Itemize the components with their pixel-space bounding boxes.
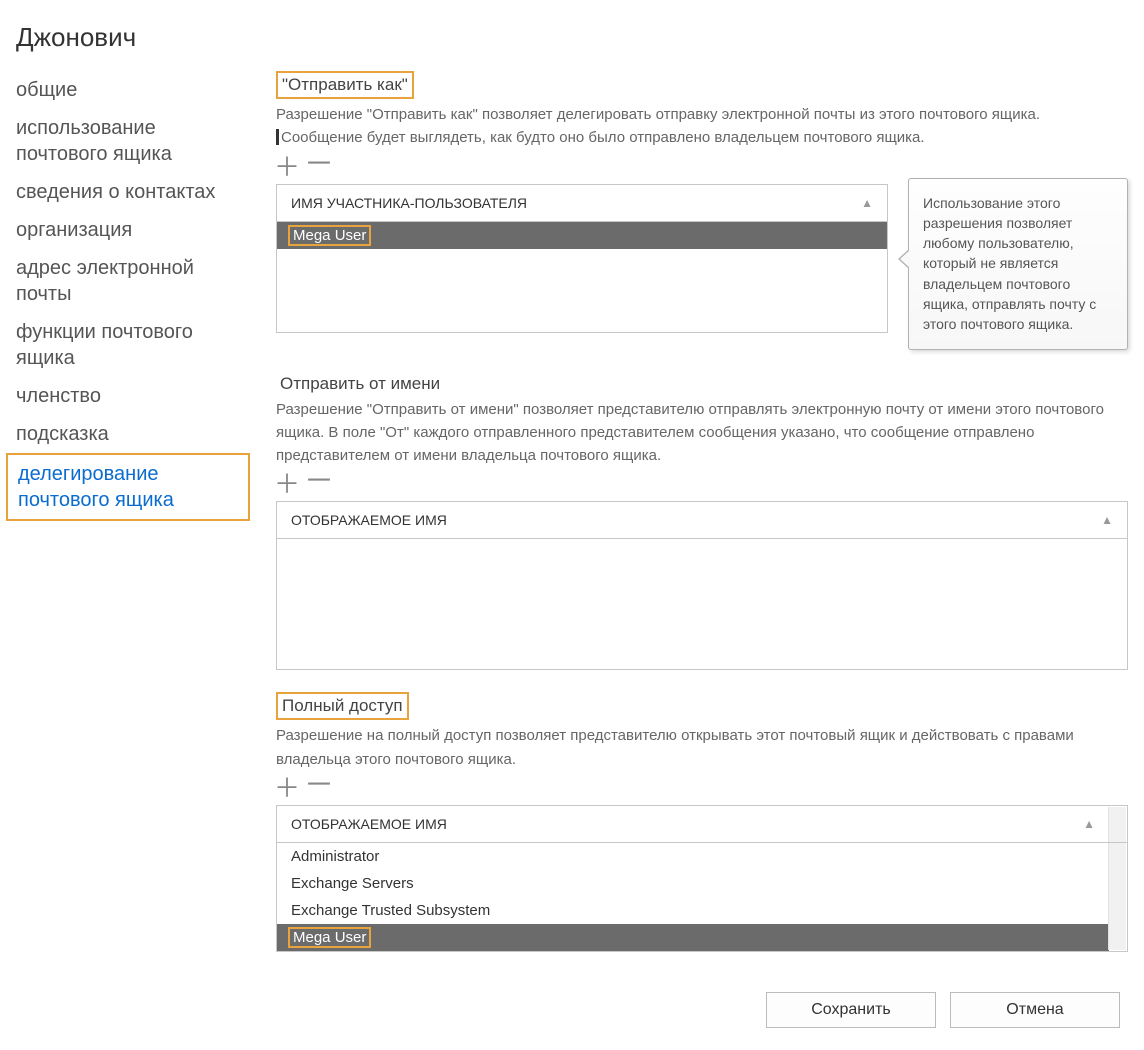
send-as-listbox: ИМЯ УЧАСТНИКА-ПОЛЬЗОВАТЕЛЯ ▲ Mega User: [276, 184, 888, 333]
full-access-title: Полный доступ: [276, 692, 409, 720]
list-item-label: Mega User: [288, 225, 371, 246]
list-item[interactable]: Administrator: [277, 843, 1109, 870]
sidebar-item-email-address[interactable]: адрес электронной почты: [16, 249, 246, 313]
send-as-toolbar: ＋ －: [276, 156, 1128, 178]
remove-icon[interactable]: －: [308, 154, 330, 176]
section-full-access: Полный доступ Разрешение на полный досту…: [276, 692, 1128, 952]
column-header-label: ОТОБРАЖАЕМОЕ ИМЯ: [291, 512, 447, 528]
send-as-desc-line2: Сообщение будет выглядеть, как будто оно…: [281, 129, 925, 146]
send-as-tooltip: Использование этого разрешения позволяет…: [908, 178, 1128, 350]
send-as-title: "Отправить как": [276, 71, 414, 99]
list-item[interactable]: Exchange Servers: [277, 870, 1109, 897]
column-header-label: ИМЯ УЧАСТНИКА-ПОЛЬЗОВАТЕЛЯ: [291, 195, 527, 211]
full-access-toolbar: ＋ －: [276, 777, 1128, 799]
full-access-column-header[interactable]: ОТОБРАЖАЕМОЕ ИМЯ ▲: [277, 806, 1127, 843]
sidebar-item-general[interactable]: общие: [16, 71, 246, 109]
sidebar-item-member-of[interactable]: членство: [16, 377, 246, 415]
add-icon[interactable]: ＋: [276, 777, 298, 799]
remove-icon[interactable]: －: [308, 775, 330, 797]
sidebar-item-contact-info[interactable]: сведения о контактах: [16, 173, 246, 211]
full-access-description: Разрешение на полный доступ позволяет пр…: [276, 724, 1128, 771]
sort-asc-icon[interactable]: ▲: [861, 196, 873, 210]
send-on-behalf-toolbar: ＋ －: [276, 473, 1128, 495]
sidebar-item-mailbox-delegation[interactable]: делегирование почтового ящика: [6, 453, 250, 521]
list-item-label: Mega User: [288, 927, 371, 948]
full-access-list-body: Administrator Exchange Servers Exchange …: [277, 843, 1109, 951]
sidebar: общие использование почтового ящика свед…: [6, 71, 246, 521]
send-on-behalf-listbox: ОТОБРАЖАЕМОЕ ИМЯ ▲: [276, 501, 1128, 670]
sidebar-item-mailbox-usage[interactable]: использование почтового ящика: [16, 109, 246, 173]
send-on-behalf-list-body: [277, 539, 1127, 669]
send-as-desc-line1: Разрешение "Отправить как" позволяет дел…: [276, 106, 1040, 123]
sort-asc-icon[interactable]: ▲: [1101, 513, 1113, 527]
dialog-footer: Сохранить Отмена: [276, 974, 1128, 1032]
section-send-on-behalf: Отправить от имени Разрешение "Отправить…: [276, 372, 1128, 671]
list-item[interactable]: Exchange Trusted Subsystem: [277, 897, 1109, 924]
save-button[interactable]: Сохранить: [766, 992, 936, 1028]
text-cursor-marker: [276, 129, 279, 145]
sidebar-item-mailtip[interactable]: подсказка: [16, 415, 246, 453]
list-item[interactable]: Mega User: [277, 924, 1109, 951]
send-on-behalf-column-header[interactable]: ОТОБРАЖАЕМОЕ ИМЯ ▲: [277, 502, 1127, 539]
remove-icon[interactable]: －: [308, 471, 330, 493]
add-icon[interactable]: ＋: [276, 473, 298, 495]
send-as-list-body: Mega User: [277, 222, 887, 332]
send-as-column-header[interactable]: ИМЯ УЧАСТНИКА-ПОЛЬЗОВАТЕЛЯ ▲: [277, 185, 887, 222]
list-item[interactable]: Mega User: [277, 222, 887, 249]
column-header-label: ОТОБРАЖАЕМОЕ ИМЯ: [291, 816, 447, 832]
main-content: "Отправить как" Разрешение "Отправить ка…: [246, 71, 1138, 1032]
sort-asc-icon[interactable]: ▲: [1083, 817, 1095, 831]
section-send-as: "Отправить как" Разрешение "Отправить ка…: [276, 71, 1128, 350]
full-access-listbox: ОТОБРАЖАЕМОЕ ИМЯ ▲ Administrator Exchang…: [276, 805, 1128, 952]
send-on-behalf-description: Разрешение "Отправить от имени" позволяе…: [276, 398, 1128, 468]
cancel-button[interactable]: Отмена: [950, 992, 1120, 1028]
send-as-description: Разрешение "Отправить как" позволяет дел…: [276, 103, 1128, 150]
add-icon[interactable]: ＋: [276, 156, 298, 178]
send-on-behalf-title: Отправить от имени: [276, 372, 444, 396]
sidebar-item-mailbox-features[interactable]: функции почтового ящика: [16, 313, 246, 377]
page-title: Джонович: [6, 18, 1138, 71]
sidebar-item-organization[interactable]: организация: [16, 211, 246, 249]
